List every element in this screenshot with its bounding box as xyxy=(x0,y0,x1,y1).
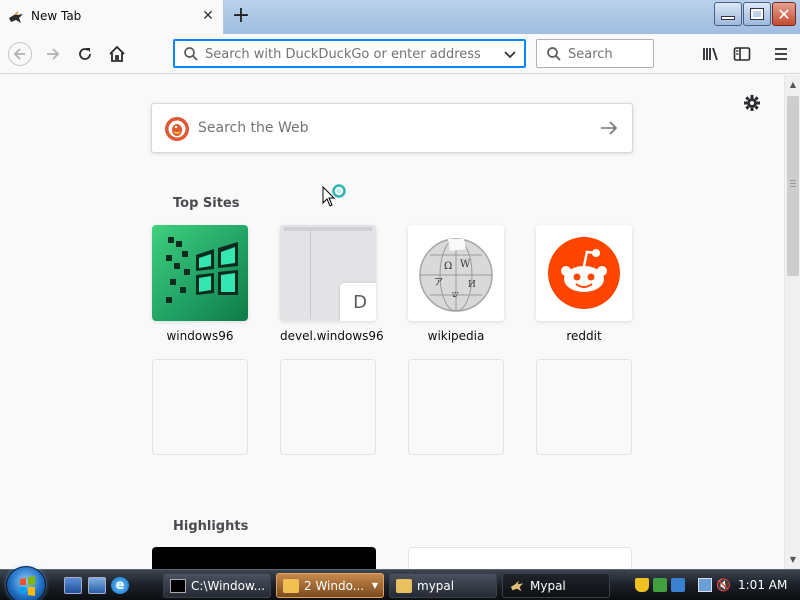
new-tab-button[interactable]: + xyxy=(228,4,254,30)
taskbar-item-label: mypal xyxy=(417,578,455,593)
empty-top-site-slot xyxy=(152,359,248,455)
devel-windows96-thumbnail: D xyxy=(280,225,376,321)
scroll-down-icon[interactable]: ▼ xyxy=(785,552,800,568)
search-icon xyxy=(184,47,198,61)
clock[interactable]: 1:01 AM xyxy=(738,578,787,592)
back-arrow-icon xyxy=(8,42,32,66)
taskbar: e C:\Window... 2 Windo... ▼ mypal Mypal … xyxy=(0,566,800,600)
taskbar-item-cmd[interactable]: C:\Window... xyxy=(163,573,271,598)
wikipedia-globe-icon: Ω W ア И ש xyxy=(419,238,493,312)
internet-explorer-icon[interactable]: e xyxy=(111,577,129,594)
tab-new-tab[interactable]: New Tab ✕ xyxy=(0,0,224,34)
empty-top-site-slot xyxy=(536,359,632,455)
site-letter-badge: D xyxy=(340,283,376,321)
title-bar: New Tab ✕ + ✕ xyxy=(0,0,800,34)
top-site-label: windows96 xyxy=(166,329,234,343)
svg-text:Ω: Ω xyxy=(444,261,452,272)
search-bar[interactable]: Search xyxy=(536,39,654,68)
address-placeholder: Search with DuckDuckGo or enter address xyxy=(205,47,481,62)
search-placeholder: Search xyxy=(568,47,613,62)
reddit-thumbnail xyxy=(536,225,632,321)
reload-icon[interactable] xyxy=(73,42,97,66)
empty-top-site-slot xyxy=(280,359,376,455)
sidebar-icon[interactable] xyxy=(730,42,754,66)
mypal-logo-icon xyxy=(9,11,23,23)
top-sites-heading: Top Sites xyxy=(173,196,240,211)
back-button[interactable] xyxy=(8,42,32,66)
tab-title: New Tab xyxy=(31,9,82,23)
svg-text:ア: ア xyxy=(434,278,443,288)
highlight-card[interactable] xyxy=(152,547,376,569)
start-button[interactable] xyxy=(6,566,46,600)
navigation-toolbar: Search with DuckDuckGo or enter address … xyxy=(0,34,800,74)
folder-icon xyxy=(283,578,299,593)
tab-close-icon[interactable]: ✕ xyxy=(198,6,218,26)
restore-button[interactable] xyxy=(743,2,771,26)
network-icon[interactable] xyxy=(698,578,712,592)
top-site-devel-windows96[interactable]: D devel.windows96 xyxy=(280,225,384,343)
command-prompt-icon xyxy=(170,578,186,593)
web-search-placeholder: Search the Web xyxy=(198,120,309,136)
svg-text:ש: ש xyxy=(452,290,459,300)
scrollbar-thumb[interactable] xyxy=(787,96,799,276)
home-icon[interactable] xyxy=(105,42,129,66)
highlights-heading: Highlights xyxy=(173,519,249,534)
windows96-thumbnail xyxy=(152,225,248,321)
svg-text:И: И xyxy=(468,280,476,290)
taskbar-item-mypal-folder[interactable]: mypal xyxy=(389,573,497,598)
tray-app-icon[interactable] xyxy=(671,578,685,592)
reddit-alien-icon xyxy=(548,237,620,309)
folder-icon xyxy=(396,578,412,593)
taskbar-item-mypal-browser[interactable]: Mypal xyxy=(502,573,610,598)
search-icon xyxy=(547,47,561,61)
taskbar-item-explorer-group[interactable]: 2 Windo... ▼ xyxy=(276,573,384,598)
svg-text:W: W xyxy=(460,259,471,270)
window-controls: ✕ xyxy=(714,2,796,26)
top-site-wikipedia[interactable]: Ω W ア И ש wikipedia xyxy=(408,225,504,343)
highlight-card[interactable] xyxy=(408,547,632,569)
minimize-button[interactable] xyxy=(714,2,742,26)
duckduckgo-icon xyxy=(165,117,189,141)
empty-top-site-slot xyxy=(408,359,504,455)
top-site-label: devel.windows96 xyxy=(280,329,384,343)
arrow-right-icon[interactable] xyxy=(600,120,618,136)
forward-arrow-icon[interactable] xyxy=(41,42,65,66)
close-window-button[interactable]: ✕ xyxy=(772,2,796,26)
show-desktop-icon[interactable] xyxy=(64,577,82,594)
wikipedia-thumbnail: Ω W ア И ש xyxy=(408,225,504,321)
close-icon: ✕ xyxy=(777,4,791,24)
top-site-reddit[interactable]: reddit xyxy=(536,225,632,343)
security-shield-icon[interactable] xyxy=(635,578,649,592)
chevron-down-icon[interactable] xyxy=(503,47,517,61)
mypal-logo-icon xyxy=(510,580,524,591)
scroll-up-icon[interactable]: ▲ xyxy=(785,77,800,93)
taskbar-item-label: Mypal xyxy=(530,578,566,593)
taskbar-item-label: 2 Windo... xyxy=(304,578,365,593)
new-tab-page: Search the Web Top Sites windows96 D dev… xyxy=(0,75,784,569)
update-icon[interactable] xyxy=(653,578,667,592)
library-icon[interactable] xyxy=(699,42,723,66)
vertical-scrollbar[interactable]: ▲ ▼ xyxy=(784,75,800,569)
gear-icon[interactable] xyxy=(743,94,761,112)
address-bar[interactable]: Search with DuckDuckGo or enter address xyxy=(173,39,526,68)
volume-muted-icon[interactable]: 🔇 xyxy=(716,578,731,592)
web-search-box[interactable]: Search the Web xyxy=(151,103,633,153)
taskbar-item-label: C:\Window... xyxy=(191,578,266,593)
chevron-down-icon: ▼ xyxy=(371,581,378,590)
top-site-windows96[interactable]: windows96 xyxy=(152,225,248,343)
switch-windows-icon[interactable] xyxy=(88,577,106,594)
windows96-logo-icon xyxy=(166,237,238,303)
windows-logo-icon xyxy=(20,576,35,596)
busy-cursor-icon xyxy=(322,184,346,207)
top-site-label: reddit xyxy=(566,329,602,343)
top-site-label: wikipedia xyxy=(427,329,485,343)
menu-icon[interactable] xyxy=(769,42,793,66)
